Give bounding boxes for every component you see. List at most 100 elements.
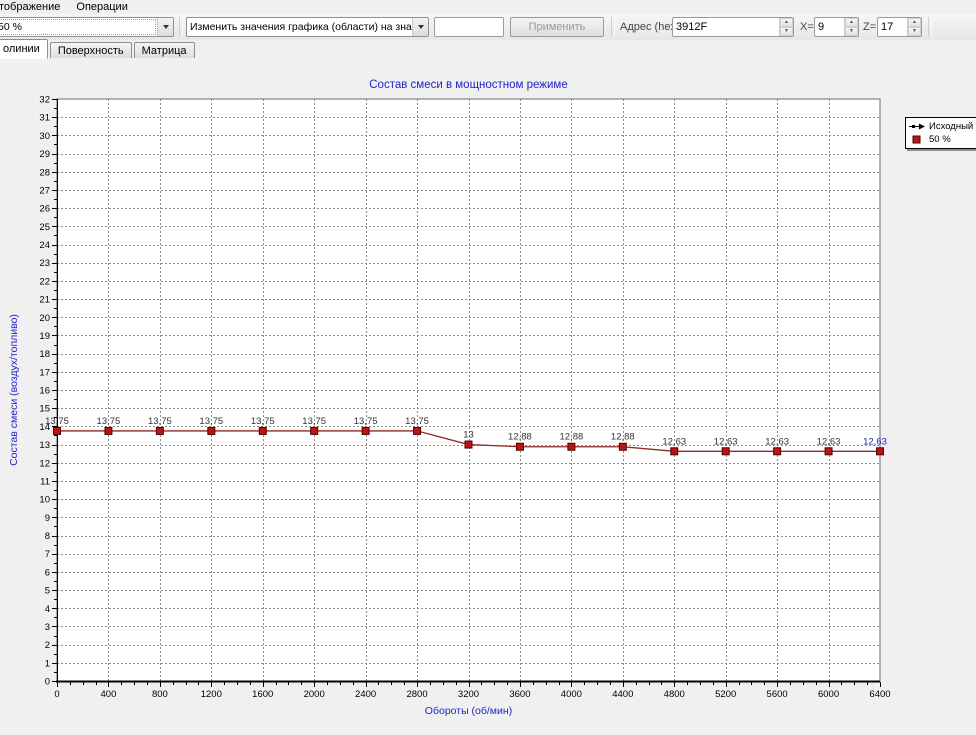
y-tick-label: 15 (39, 404, 50, 415)
point-label: 12,88 (611, 432, 635, 443)
point-label: 12,63 (714, 436, 738, 447)
y-tick-label: 7 (45, 549, 50, 560)
address-spinner[interactable]: ▲ ▼ (779, 18, 793, 36)
x-spinner[interactable]: ▲ ▼ (844, 18, 858, 36)
y-tick-label: 10 (39, 495, 50, 506)
x-tick-label: 3200 (458, 689, 479, 700)
address-label: Адрес (hex) (620, 17, 680, 37)
tab-surface[interactable]: Поверхность (50, 42, 132, 58)
menu-bar: тображение Операции (0, 0, 976, 14)
spinner-down-icon[interactable]: ▼ (845, 27, 858, 36)
y-tick-label: 30 (39, 131, 50, 142)
data-point-marker[interactable] (259, 427, 266, 434)
x-tick-label: 5600 (767, 689, 788, 700)
toolbar-separator (179, 17, 183, 37)
y-tick-label: 9 (45, 513, 50, 524)
point-label: 12,88 (508, 432, 532, 443)
value-input[interactable] (435, 19, 503, 37)
x-tick-label: 2800 (406, 689, 427, 700)
mixture-chart[interactable]: 0123456789101112131415161718192021222324… (0, 58, 976, 735)
y-tick-label: 1 (45, 658, 50, 669)
tab-matrix[interactable]: Матрица (134, 42, 195, 58)
point-label: 12,63 (662, 436, 686, 447)
chevron-down-icon[interactable] (412, 18, 428, 36)
spinner-down-icon[interactable]: ▼ (908, 27, 921, 36)
action-dropdown[interactable]: Изменить значения графика (области) на з… (186, 17, 429, 37)
menu-item-display[interactable]: тображение (0, 0, 68, 14)
y-tick-label: 8 (45, 531, 50, 542)
spinner-down-icon[interactable]: ▼ (780, 27, 793, 36)
y-tick-label: 27 (39, 185, 50, 196)
x-input[interactable]: 9 ▲ ▼ (814, 17, 859, 37)
value-input-wrap (434, 17, 504, 37)
spinner-up-icon[interactable]: ▲ (845, 18, 858, 27)
data-point-marker[interactable] (516, 443, 523, 450)
y-tick-label: 26 (39, 204, 50, 215)
z-spinner[interactable]: ▲ ▼ (907, 18, 921, 36)
arrow-line-marker-icon (909, 122, 926, 131)
data-point-marker[interactable] (568, 443, 575, 450)
data-point-marker[interactable] (877, 448, 884, 455)
chart-area: 0123456789101112131415161718192021222324… (0, 58, 976, 735)
data-point-marker[interactable] (362, 427, 369, 434)
tab-isolines[interactable]: олинии (0, 39, 48, 59)
y-tick-label: 24 (39, 240, 50, 251)
legend-label: 50 % (929, 134, 951, 145)
point-label: 12,63 (863, 436, 887, 447)
data-point-marker[interactable] (774, 448, 781, 455)
legend-item-original: Исходный (909, 121, 973, 132)
x-tick-label: 4000 (561, 689, 582, 700)
spinner-up-icon[interactable]: ▲ (908, 18, 921, 27)
y-tick-label: 4 (45, 604, 50, 615)
x-label: X= (800, 17, 814, 37)
y-tick-label: 31 (39, 113, 50, 124)
y-axis-title: Состав смеси (воздух/топливо) (8, 314, 20, 466)
action-dropdown-value: Изменить значения графика (области) на з… (187, 18, 412, 36)
y-tick-label: 23 (39, 258, 50, 269)
y-tick-label: 22 (39, 276, 50, 287)
data-point-marker[interactable] (671, 448, 678, 455)
chart-title: Состав смеси в мощностном режиме (369, 79, 567, 91)
point-label: 13,75 (148, 416, 172, 427)
data-point-marker[interactable] (825, 448, 832, 455)
apply-button[interactable]: Применить (510, 17, 604, 37)
menu-item-operations[interactable]: Операции (68, 0, 135, 14)
chevron-down-icon[interactable] (157, 18, 173, 36)
data-point-marker[interactable] (311, 427, 318, 434)
data-point-marker[interactable] (722, 448, 729, 455)
y-tick-label: 12 (39, 458, 50, 469)
data-point-marker[interactable] (208, 427, 215, 434)
point-label: 13,75 (199, 416, 223, 427)
toolbar-separator (928, 17, 932, 37)
x-tick-label: 3600 (509, 689, 530, 700)
spinner-up-icon[interactable]: ▲ (780, 18, 793, 27)
data-point-marker[interactable] (156, 427, 163, 434)
x-tick-label: 1200 (201, 689, 222, 700)
address-input[interactable]: 3912F ▲ ▼ (672, 17, 794, 37)
y-tick-label: 17 (39, 367, 50, 378)
data-point-marker[interactable] (619, 443, 626, 450)
data-point-marker[interactable] (105, 427, 112, 434)
tab-bar: олинии Поверхность Матрица (0, 40, 976, 59)
data-point-marker[interactable] (414, 427, 421, 434)
address-value: 3912F (673, 18, 779, 36)
y-tick-label: 18 (39, 349, 50, 360)
percent-dropdown[interactable]: 50 % (0, 17, 174, 37)
y-tick-label: 11 (40, 476, 50, 487)
toolbar: 50 % Изменить значения графика (области)… (0, 14, 976, 41)
point-label: 13 (463, 430, 474, 441)
y-tick-label: 6 (45, 567, 50, 578)
x-tick-label: 4400 (612, 689, 633, 700)
z-label: Z= (863, 17, 876, 37)
y-tick-label: 3 (45, 622, 50, 633)
z-value: 17 (878, 18, 907, 36)
y-tick-label: 21 (39, 295, 50, 306)
data-point-marker[interactable] (54, 427, 61, 434)
x-tick-label: 5200 (715, 689, 736, 700)
x-tick-label: 6000 (818, 689, 839, 700)
point-label: 13,75 (302, 416, 326, 427)
data-point-marker[interactable] (465, 441, 472, 448)
y-tick-label: 29 (39, 149, 50, 160)
point-label: 13,75 (97, 416, 121, 427)
z-input[interactable]: 17 ▲ ▼ (877, 17, 922, 37)
